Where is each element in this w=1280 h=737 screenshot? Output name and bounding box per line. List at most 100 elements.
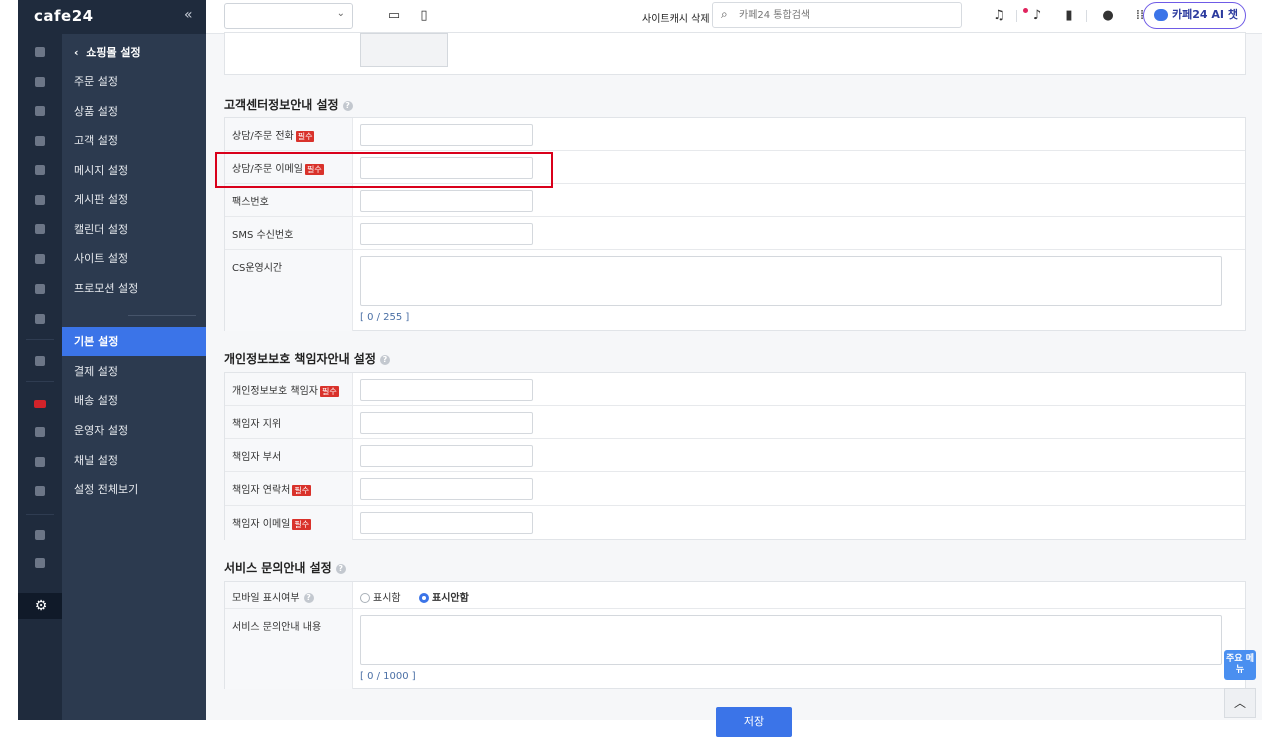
store-icon[interactable] (35, 427, 45, 437)
help-icon[interactable]: ? (335, 563, 346, 574)
cs-fax-row: 팩스번호 (225, 184, 1245, 217)
nav-item-product[interactable]: 상품 설정 (62, 97, 206, 126)
store-icon[interactable]: ▮ (1061, 8, 1077, 24)
message-icon[interactable] (35, 165, 45, 175)
nav-item-message[interactable]: 메시지 설정 (62, 156, 206, 185)
service-mobile-label: 모바일 표시여부? (225, 582, 353, 608)
rail-divider (26, 339, 54, 340)
privacy-dept-label: 책임자 부서 (225, 439, 353, 471)
scroll-top-button[interactable]: ︿ (1224, 688, 1256, 718)
privacy-email-input[interactable] (360, 512, 533, 534)
privacy-email-label-text: 책임자 이메일 (232, 519, 291, 530)
cs-sms-input[interactable] (360, 223, 533, 245)
cs-sms-row: SMS 수신번호 (225, 217, 1245, 250)
privacy-dept-input[interactable] (360, 445, 533, 467)
privacy-officer-input[interactable] (360, 379, 533, 401)
nav-item-shipping[interactable]: 배송 설정 (62, 386, 206, 415)
privacy-section-title: 개인정보보호 책임자안내 설정? (224, 350, 390, 367)
board-icon[interactable] (35, 195, 45, 205)
nav-item-basic[interactable]: 기본 설정 (62, 327, 206, 356)
privacy-email-label: 책임자 이메일 필수 (225, 506, 353, 540)
service-title-text: 서비스 문의안내 설정 (224, 561, 332, 575)
cs-hours-counter: [ 0 / 255 ] (360, 312, 410, 323)
back-to-shop-settings[interactable]: ‹ 쇼핑몰 설정 (74, 44, 141, 60)
radio-show[interactable]: 표시함 (360, 589, 401, 604)
cs-phone-input[interactable] (360, 124, 533, 146)
nav-item-channel[interactable]: 채널 설정 (62, 446, 206, 475)
privacy-contact-row: 책임자 연락처 필수 (225, 472, 1245, 506)
global-search[interactable]: ⌕ (712, 2, 962, 28)
nav-item-calendar[interactable]: 캘린더 설정 (62, 215, 206, 244)
privacy-email-row: 책임자 이메일 필수 (225, 506, 1245, 540)
stats-icon[interactable] (35, 284, 45, 294)
ai-chatbot-button[interactable]: 카페24 AI 챗봇 (1143, 2, 1246, 45)
promotion-icon[interactable] (35, 254, 45, 264)
fab-label: 주요 메뉴 (1226, 654, 1254, 675)
nav-item-board[interactable]: 게시판 설정 (62, 185, 206, 214)
apps-icon[interactable] (35, 530, 45, 540)
privacy-position-row: 책임자 지위 (225, 406, 1245, 439)
service-content-counter: [ 0 / 1000 ] (360, 671, 416, 682)
privacy-contact-input[interactable] (360, 478, 533, 500)
cs-fax-label: 팩스번호 (225, 184, 353, 216)
customer-icon[interactable] (35, 136, 45, 146)
required-badge: 필수 (295, 130, 315, 142)
previous-section-card (224, 32, 1246, 75)
cs-hours-textarea[interactable] (360, 256, 1222, 306)
market-icon[interactable] (35, 356, 45, 366)
bell-icon[interactable]: ♪ (1029, 8, 1045, 24)
cs-section-title: 고객센터정보안내 설정? (224, 96, 353, 113)
help-icon[interactable]: ? (379, 354, 390, 365)
save-button[interactable]: 저장 (716, 707, 792, 737)
folder-icon[interactable] (35, 558, 45, 568)
cs-hours-row: CS운영시간 [ 0 / 255 ] (225, 250, 1245, 331)
help-icon[interactable]: ? (303, 593, 314, 603)
tablet-icon[interactable]: ▯ (416, 8, 432, 24)
headset-icon[interactable]: ♫ (991, 8, 1007, 24)
service-section-card: 모바일 표시여부? 표시함 표시안함 서비스 문의안내 내용 [ 0 / 100… (224, 581, 1246, 689)
cs-fax-input[interactable] (360, 190, 533, 212)
report-icon[interactable] (35, 314, 45, 324)
settings-gear-icon[interactable]: ⚙ (31, 596, 51, 616)
youtube-icon[interactable] (34, 400, 46, 408)
main-menu-fab[interactable]: 주요 메뉴 (1224, 650, 1256, 680)
service-content-label: 서비스 문의안내 내용 (225, 609, 353, 689)
nav-item-promotion[interactable]: 프로모션 설정 (62, 274, 206, 303)
privacy-officer-label: 개인정보보호 책임자 필수 (225, 373, 353, 405)
shop-select[interactable]: ⌄ (224, 3, 353, 29)
search-icon: ⌕ (721, 7, 728, 21)
service-section-title: 서비스 문의안내 설정? (224, 559, 346, 576)
cs-sms-label: SMS 수신번호 (225, 217, 353, 249)
desktop-icon[interactable]: ▭ (386, 8, 402, 24)
privacy-officer-label-text: 개인정보보호 책임자 (232, 386, 318, 397)
cs-title-text: 고객센터정보안내 설정 (224, 98, 339, 112)
search-input[interactable] (739, 7, 939, 23)
cart-icon[interactable] (35, 77, 45, 87)
nav-item-payment[interactable]: 결제 설정 (62, 357, 206, 386)
clear-site-cache-link[interactable]: 사이트캐시 삭제 (642, 10, 710, 25)
product-icon[interactable] (35, 106, 45, 116)
megaphone-icon[interactable] (35, 457, 45, 467)
chevron-down-icon: ⌄ (336, 8, 345, 19)
nav-item-all-settings[interactable]: 설정 전체보기 (62, 475, 206, 504)
nav-item-operator[interactable]: 운영자 설정 (62, 416, 206, 445)
collapse-sidebar-icon[interactable]: « (184, 7, 193, 23)
cs-phone-label: 상담/주문 전화 필수 (225, 118, 353, 150)
privacy-position-input[interactable] (360, 412, 533, 434)
home-icon[interactable] (35, 47, 45, 57)
service-content-textarea[interactable] (360, 615, 1222, 665)
design-icon[interactable] (35, 224, 45, 234)
privacy-position-label: 책임자 지위 (225, 406, 353, 438)
nav-item-site[interactable]: 사이트 설정 (62, 244, 206, 273)
nav-item-customer[interactable]: 고객 설정 (62, 126, 206, 155)
radio-hide-label: 표시안함 (432, 593, 469, 604)
help-icon[interactable]: ? (342, 100, 353, 111)
nav-item-order[interactable]: 주문 설정 (62, 67, 206, 96)
radio-circle-selected (419, 593, 429, 603)
privacy-officer-row: 개인정보보호 책임자 필수 (225, 373, 1245, 406)
radio-hide[interactable]: 표시안함 (419, 589, 469, 604)
required-badge: 필수 (292, 518, 312, 530)
cafe24-logo[interactable]: cafe24 (34, 7, 94, 25)
shop-icon[interactable] (35, 486, 45, 496)
account-icon[interactable]: ● (1100, 8, 1116, 24)
